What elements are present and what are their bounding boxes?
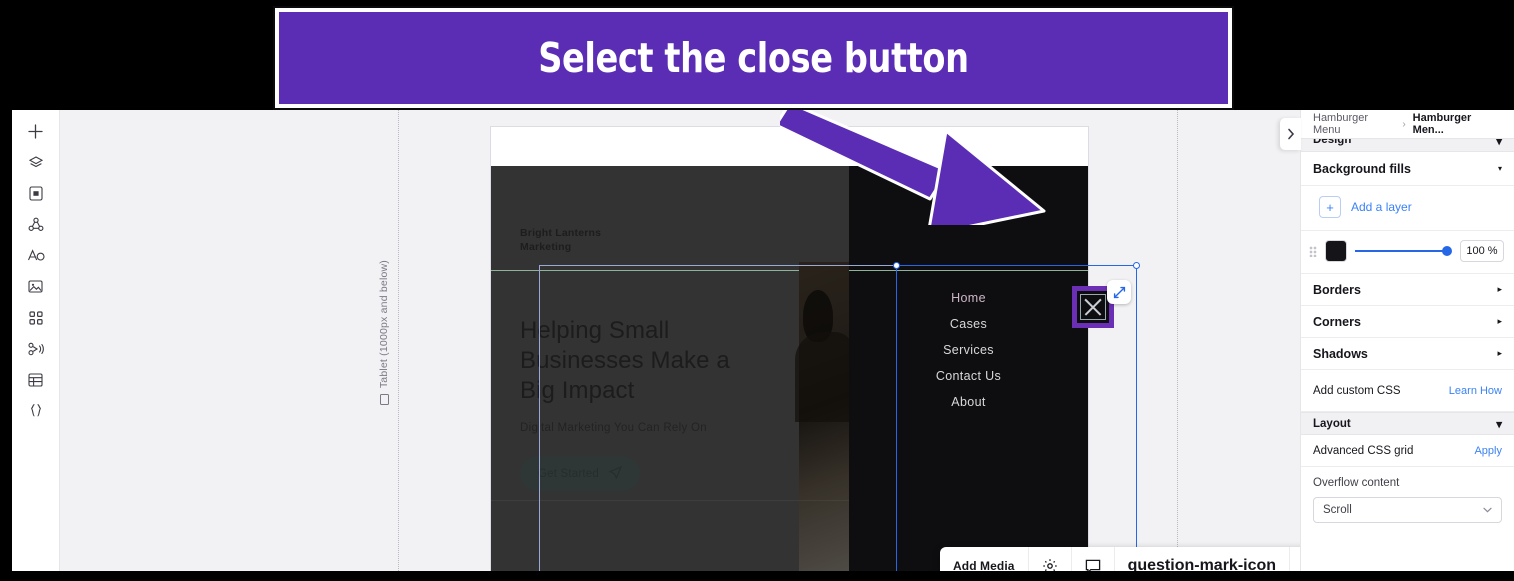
- apps-icon[interactable]: [12, 302, 60, 333]
- custom-css-row: Add custom CSS Learn How: [1301, 370, 1514, 412]
- opacity-slider[interactable]: [1355, 244, 1452, 258]
- add-layer-label: Add a layer: [1351, 200, 1412, 214]
- slider-track: [1355, 250, 1445, 252]
- chevron-down-icon: [1483, 505, 1492, 515]
- chevron-right-icon: ▸: [1497, 316, 1502, 326]
- guide-left: [398, 110, 399, 571]
- section-design-label: Design: [1313, 138, 1352, 146]
- pages-icon[interactable]: [12, 178, 60, 209]
- hero-block: Helping Small Businesses Make a Big Impa…: [520, 316, 770, 491]
- add-icon[interactable]: [12, 116, 60, 147]
- section-layout[interactable]: Layout ▾: [1301, 412, 1514, 435]
- gear-icon[interactable]: [1029, 547, 1072, 571]
- layout-label: Layout: [1313, 417, 1351, 430]
- add-media-button[interactable]: Add Media: [940, 547, 1029, 571]
- section-borders[interactable]: Borders ▸: [1301, 274, 1514, 306]
- breadcrumb-current[interactable]: Hamburger Men...: [1413, 112, 1502, 136]
- menu-link-cases[interactable]: Cases: [950, 317, 987, 331]
- text-icon[interactable]: [12, 240, 60, 271]
- breakpoint-label: Tablet (1000px and below): [378, 260, 390, 406]
- tablet-icon: [379, 394, 389, 406]
- instruction-text: Select the close button: [538, 34, 969, 82]
- opacity-value[interactable]: 100 %: [1460, 240, 1504, 262]
- menu-link-list: Home Cases Services Contact Us About: [849, 291, 1088, 409]
- instruction-banner: Select the close button: [273, 6, 1234, 110]
- left-toolbar: [12, 110, 60, 571]
- plus-icon: +: [1319, 196, 1341, 218]
- menu-link-contact-us[interactable]: Contact Us: [936, 369, 1001, 383]
- cms-icon[interactable]: [12, 209, 60, 240]
- close-icon: [1080, 294, 1106, 320]
- page-content-column[interactable]: Bright Lanterns Marketing Helping Small …: [491, 166, 849, 571]
- question-mark-icon[interactable]: question-mark-icon: [1115, 547, 1291, 571]
- help-label: question-mark-icon: [1127, 557, 1277, 571]
- hero-image: [795, 262, 849, 571]
- header-divider: [491, 270, 849, 271]
- brand-line-2: Marketing: [520, 241, 572, 253]
- properties-panel: Hamburger Menu › Hamburger Men... Design…: [1280, 110, 1514, 571]
- fill-layer-row: 100 %: [1301, 231, 1514, 274]
- section-divider: [491, 500, 849, 501]
- chevron-down-icon: ▾: [1497, 164, 1502, 173]
- chevron-down-icon: ▾: [1496, 418, 1502, 431]
- learn-how-link[interactable]: Learn How: [1449, 385, 1502, 397]
- guide-right: [1177, 110, 1178, 571]
- breadcrumb-parent[interactable]: Hamburger Menu: [1313, 112, 1395, 136]
- chevron-right-icon: ▸: [1497, 284, 1502, 294]
- cta-label: Get Started: [537, 467, 599, 480]
- code-icon[interactable]: [12, 395, 60, 426]
- section-shadows[interactable]: Shadows ▸: [1301, 338, 1514, 370]
- table-icon[interactable]: [12, 364, 60, 395]
- editor-window: Tablet (1000px and below) Bright Lantern…: [12, 110, 1514, 571]
- site-brand: Bright Lanterns Marketing: [520, 226, 601, 254]
- hamburger-menu-panel[interactable]: Home Cases Services Contact Us About: [849, 166, 1088, 571]
- interactions-icon[interactable]: [12, 333, 60, 364]
- slider-knob[interactable]: [1442, 246, 1452, 256]
- color-swatch[interactable]: [1325, 240, 1347, 262]
- corners-label: Corners: [1313, 314, 1361, 329]
- hero-heading: Helping Small Businesses Make a Big Impa…: [520, 317, 730, 404]
- css-grid-label: Advanced CSS grid: [1313, 444, 1414, 457]
- selection-handle-top-right[interactable]: [1133, 262, 1140, 269]
- drag-handle-icon[interactable]: [1309, 245, 1317, 257]
- panel-collapse-toggle[interactable]: [1280, 118, 1301, 150]
- breadcrumb-separator: ›: [1402, 118, 1406, 130]
- menu-link-about[interactable]: About: [951, 395, 985, 409]
- send-icon: [608, 465, 623, 482]
- image-icon[interactable]: [12, 271, 60, 302]
- get-started-button[interactable]: Get Started: [520, 456, 640, 491]
- apply-link[interactable]: Apply: [1474, 445, 1502, 457]
- hero-subheading: Digital Marketing You Can Rely On: [520, 422, 707, 434]
- advanced-css-grid-row: Advanced CSS grid Apply: [1301, 435, 1514, 467]
- element-toolbar: Add Media question-mark-icon •••: [940, 547, 1336, 571]
- comment-icon[interactable]: [1072, 547, 1115, 571]
- screenshot-root: Tablet (1000px and below) Bright Lantern…: [0, 0, 1514, 581]
- borders-label: Borders: [1313, 282, 1361, 297]
- menu-divider: [849, 270, 1088, 271]
- menu-link-home[interactable]: Home: [951, 291, 986, 305]
- instruction-arrow: [780, 101, 1046, 225]
- breadcrumb: Hamburger Menu › Hamburger Men...: [1301, 110, 1514, 138]
- section-background-fills[interactable]: Background fills ▾: [1301, 152, 1514, 186]
- section-corners[interactable]: Corners ▸: [1301, 306, 1514, 338]
- overflow-content-label: Overflow content: [1313, 477, 1400, 489]
- site-body: Bright Lanterns Marketing Helping Small …: [491, 166, 1088, 571]
- section-design[interactable]: Design ▾: [1301, 138, 1514, 152]
- expand-arrow-icon[interactable]: [1107, 280, 1131, 304]
- chevron-down-icon: ▾: [1496, 138, 1502, 148]
- add-media-label: Add Media: [953, 559, 1015, 571]
- add-layer-row[interactable]: + Add a layer: [1301, 186, 1514, 231]
- breakpoint-text: Tablet (1000px and below): [378, 260, 390, 389]
- overflow-content-select[interactable]: Scroll: [1313, 497, 1502, 523]
- overflow-value: Scroll: [1323, 504, 1352, 516]
- menu-link-services[interactable]: Services: [943, 343, 994, 357]
- layers-icon[interactable]: [12, 147, 60, 178]
- chevron-right-icon: ▸: [1497, 348, 1502, 358]
- background-fills-label: Background fills: [1313, 161, 1411, 176]
- brand-line-1: Bright Lanterns: [520, 227, 602, 239]
- shadows-label: Shadows: [1313, 346, 1368, 361]
- custom-css-label: Add custom CSS: [1313, 384, 1401, 397]
